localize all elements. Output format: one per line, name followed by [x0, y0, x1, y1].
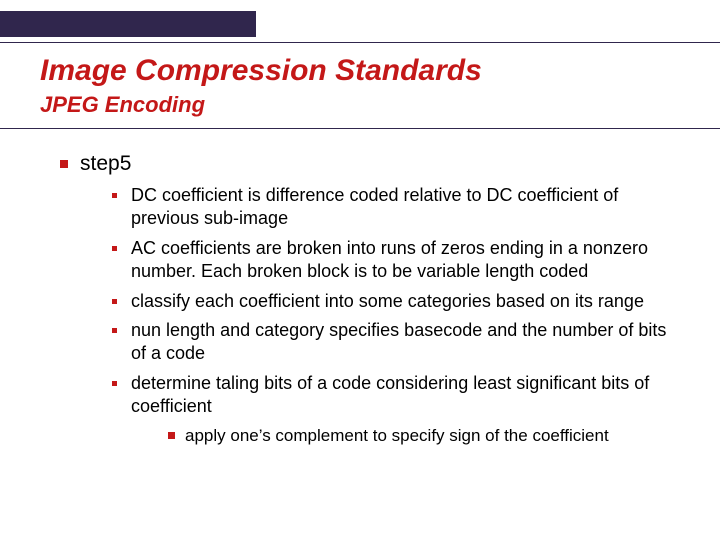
slide-subtitle: JPEG Encoding: [40, 92, 205, 118]
top-bar-decoration: [0, 11, 256, 37]
square-bullet-icon: [60, 160, 68, 168]
square-bullet-icon: [168, 432, 175, 439]
list-item-text: AC coefficients are broken into runs of …: [131, 237, 676, 284]
small-square-bullet-icon: [112, 246, 117, 251]
list-item-text: classify each coefficient into some cate…: [131, 290, 644, 313]
top-divider: [0, 42, 720, 43]
slide-body: step5 DC coefficient is difference coded…: [60, 152, 676, 451]
list-item: classify each coefficient into some cate…: [112, 290, 676, 313]
list-item: determine taling bits of a code consider…: [112, 372, 676, 419]
level3-list: apply one’s complement to specify sign o…: [168, 425, 676, 447]
list-item-text: determine taling bits of a code consider…: [131, 372, 676, 419]
sub-list-item-text: apply one’s complement to specify sign o…: [185, 425, 609, 447]
list-item-text: nun length and category specifies baseco…: [131, 319, 676, 366]
list-item: DC coefficient is difference coded relat…: [112, 184, 676, 231]
list-item: nun length and category specifies baseco…: [112, 319, 676, 366]
small-square-bullet-icon: [112, 193, 117, 198]
step-heading: step5: [60, 152, 676, 176]
small-square-bullet-icon: [112, 328, 117, 333]
subtitle-divider: [0, 128, 720, 129]
list-item-text: DC coefficient is difference coded relat…: [131, 184, 676, 231]
sub-list-item: apply one’s complement to specify sign o…: [168, 425, 676, 447]
list-item: AC coefficients are broken into runs of …: [112, 237, 676, 284]
small-square-bullet-icon: [112, 299, 117, 304]
step-label: step5: [80, 152, 131, 176]
slide: Image Compression Standards JPEG Encodin…: [0, 0, 720, 540]
small-square-bullet-icon: [112, 381, 117, 386]
slide-title: Image Compression Standards: [40, 54, 482, 88]
level2-list: DC coefficient is difference coded relat…: [112, 184, 676, 419]
